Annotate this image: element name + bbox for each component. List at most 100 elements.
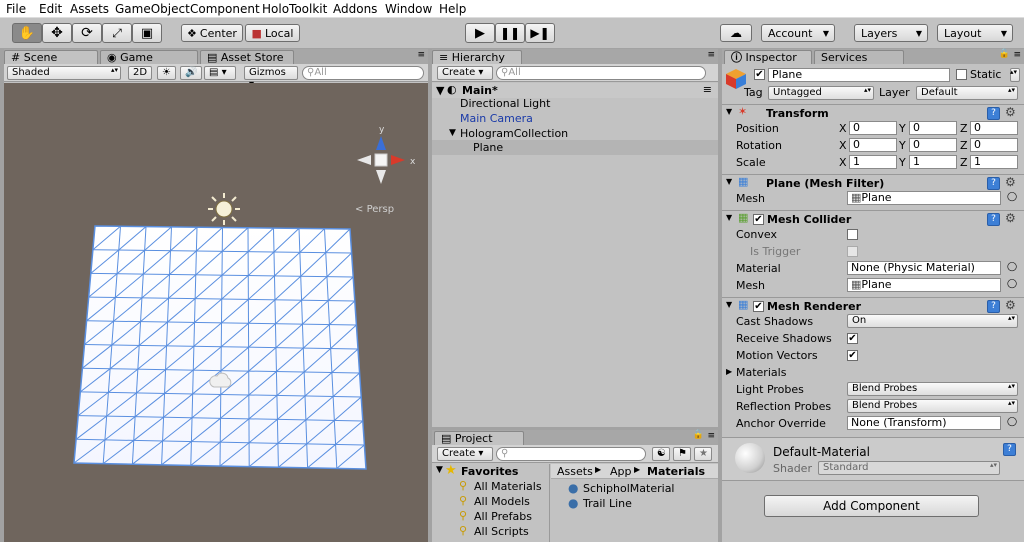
- hand-tool-button[interactable]: ✋: [12, 23, 42, 43]
- shading-mode-dropdown[interactable]: Shaded: [7, 66, 121, 80]
- tab-game[interactable]: ◉ Game: [100, 50, 198, 64]
- object-picker-icon[interactable]: ◯: [1007, 262, 1017, 272]
- panel-menu-icon[interactable]: ≡: [707, 50, 715, 60]
- menu-help[interactable]: Help: [439, 2, 466, 16]
- 2d-toggle[interactable]: 2D: [128, 66, 153, 80]
- menu-holotoolkit[interactable]: HoloToolkit: [262, 2, 327, 16]
- mesh-renderer-enabled-checkbox[interactable]: ✔: [753, 301, 764, 312]
- axis-label-y[interactable]: Y: [899, 156, 906, 169]
- transform-scale-x-field[interactable]: 1: [849, 155, 897, 169]
- menu-edit[interactable]: Edit: [39, 2, 62, 16]
- pause-button[interactable]: ❚❚: [495, 23, 525, 43]
- layout-dropdown[interactable]: Layout ▼: [937, 24, 1013, 42]
- fav-all-prefabs[interactable]: All Prefabs: [474, 510, 532, 523]
- axis-label-y[interactable]: Y: [899, 139, 906, 152]
- add-component-button[interactable]: Add Component: [764, 495, 979, 517]
- expand-arrow-icon[interactable]: ▼: [726, 177, 732, 186]
- expand-arrow-icon[interactable]: ▼: [436, 465, 443, 475]
- breadcrumb-assets[interactable]: Assets: [557, 465, 593, 478]
- hierarchy-item-main-camera[interactable]: Main Camera: [460, 112, 533, 125]
- axis-label-z[interactable]: Z: [960, 139, 968, 152]
- scene-menu-icon[interactable]: ≡: [703, 83, 712, 96]
- collider-material-field[interactable]: None (Physic Material): [847, 261, 1001, 275]
- gear-icon[interactable]: ⚙: [1005, 211, 1016, 225]
- filter-label-button[interactable]: ⚑: [673, 447, 691, 461]
- rect-tool-button[interactable]: ▣: [132, 23, 162, 43]
- scene-root-row[interactable]: ▼ ◐ Main* ≡: [432, 83, 718, 98]
- gizmos-dropdown[interactable]: Gizmos ▾: [244, 66, 298, 90]
- tag-dropdown[interactable]: Untagged: [768, 86, 874, 100]
- filter-type-button[interactable]: ☯: [652, 447, 670, 461]
- mesh-renderer-header[interactable]: ▼ ▦ ✔ Mesh Renderer ? ⚙: [722, 297, 1024, 315]
- materials-foldout[interactable]: Materials: [736, 366, 786, 379]
- panel-menu-icon[interactable]: ≡: [417, 50, 425, 60]
- expand-arrow-icon[interactable]: ▼: [726, 107, 732, 116]
- axis-label-z[interactable]: Z: [960, 156, 968, 169]
- gear-icon[interactable]: ⚙: [1005, 298, 1016, 312]
- expand-arrow-icon[interactable]: ▶: [726, 367, 732, 376]
- transform-scale-y-field[interactable]: 1: [909, 155, 957, 169]
- reflection-probes-dropdown[interactable]: Blend Probes: [847, 399, 1018, 413]
- transform-scale-z-field[interactable]: 1: [970, 155, 1018, 169]
- panel-menu-icon[interactable]: ≡: [1013, 50, 1021, 60]
- mesh-collider-header[interactable]: ▼ ▦ ✔ Mesh Collider ? ⚙: [722, 210, 1024, 228]
- axis-label-x[interactable]: X: [839, 156, 847, 169]
- gear-icon[interactable]: ⚙: [1005, 105, 1016, 119]
- menu-component[interactable]: Component: [190, 2, 260, 16]
- receive-shadows-checkbox[interactable]: ✔: [847, 333, 858, 344]
- expand-arrow-icon[interactable]: ▼: [436, 84, 444, 97]
- menu-addons[interactable]: Addons: [333, 2, 377, 16]
- favorite-button[interactable]: ★: [694, 447, 712, 461]
- menu-window[interactable]: Window: [385, 2, 432, 16]
- fav-all-materials[interactable]: All Materials: [474, 480, 542, 493]
- expand-arrow-icon[interactable]: ▼: [726, 213, 732, 222]
- hierarchy-search-input[interactable]: ⚲All: [496, 66, 706, 80]
- breadcrumb-materials[interactable]: Materials: [647, 465, 705, 478]
- motion-vectors-checkbox[interactable]: ✔: [847, 350, 858, 361]
- object-picker-icon[interactable]: ◯: [1007, 192, 1017, 202]
- light-probes-dropdown[interactable]: Blend Probes: [847, 382, 1018, 396]
- tab-project[interactable]: ▤ Project: [434, 431, 524, 445]
- axis-label-y[interactable]: Y: [899, 122, 906, 135]
- mesh-filter-mesh-field[interactable]: ▦Plane: [847, 191, 1001, 205]
- transform-position-y-field[interactable]: 0: [909, 121, 957, 135]
- account-dropdown[interactable]: Account ▼: [761, 24, 835, 42]
- mesh-filter-header[interactable]: ▼ ▦ Plane (Mesh Filter) ? ⚙: [722, 174, 1024, 192]
- asset-trail-line[interactable]: Trail Line: [583, 497, 632, 510]
- lighting-toggle[interactable]: ☀: [157, 66, 176, 80]
- active-checkbox[interactable]: ✔: [754, 69, 765, 80]
- transform-rotation-x-field[interactable]: 0: [849, 138, 897, 152]
- project-create-button[interactable]: Create ▾: [437, 447, 493, 461]
- scene-search-input[interactable]: ⚲All: [302, 66, 424, 80]
- transform-position-z-field[interactable]: 0: [970, 121, 1018, 135]
- directional-light-icon[interactable]: [208, 193, 240, 225]
- tab-hierarchy[interactable]: ≡ Hierarchy: [432, 50, 522, 64]
- cast-shadows-dropdown[interactable]: On: [847, 314, 1018, 328]
- fav-all-scripts[interactable]: All Scripts: [474, 525, 529, 538]
- mesh-collider-enabled-checkbox[interactable]: ✔: [753, 214, 764, 225]
- play-button[interactable]: ▶: [465, 23, 495, 43]
- hierarchy-selected-row[interactable]: Plane: [432, 140, 718, 155]
- plane-mesh[interactable]: [73, 225, 367, 470]
- effects-dropdown[interactable]: ▤ ▾: [204, 66, 236, 80]
- scene-viewport[interactable]: y x < Persp: [4, 83, 428, 542]
- expand-arrow-icon[interactable]: ▼: [726, 300, 732, 309]
- favorites-label[interactable]: Favorites: [461, 465, 518, 478]
- menu-gameobject[interactable]: GameObject: [115, 2, 190, 16]
- scale-tool-button[interactable]: ⤢: [102, 23, 132, 43]
- audio-toggle[interactable]: 🔊: [180, 66, 203, 80]
- object-name-field[interactable]: Plane: [768, 68, 950, 82]
- expand-arrow-icon[interactable]: ▼: [449, 128, 456, 138]
- collider-mesh-field[interactable]: ▦Plane: [847, 278, 1001, 292]
- help-icon[interactable]: ?: [987, 300, 1000, 313]
- cloud-button[interactable]: ☁: [720, 24, 752, 42]
- transform-rotation-y-field[interactable]: 0: [909, 138, 957, 152]
- layer-dropdown[interactable]: Default: [916, 86, 1018, 100]
- axis-label-x[interactable]: X: [839, 139, 847, 152]
- layers-dropdown[interactable]: Layers ▼: [854, 24, 928, 42]
- transform-header[interactable]: ▼ ✶ Transform ? ⚙: [722, 104, 1024, 122]
- step-button[interactable]: ▶❚: [525, 23, 555, 43]
- rotate-tool-button[interactable]: ⟳: [72, 23, 102, 43]
- menu-file[interactable]: File: [6, 2, 26, 16]
- tab-services[interactable]: Services: [814, 50, 904, 64]
